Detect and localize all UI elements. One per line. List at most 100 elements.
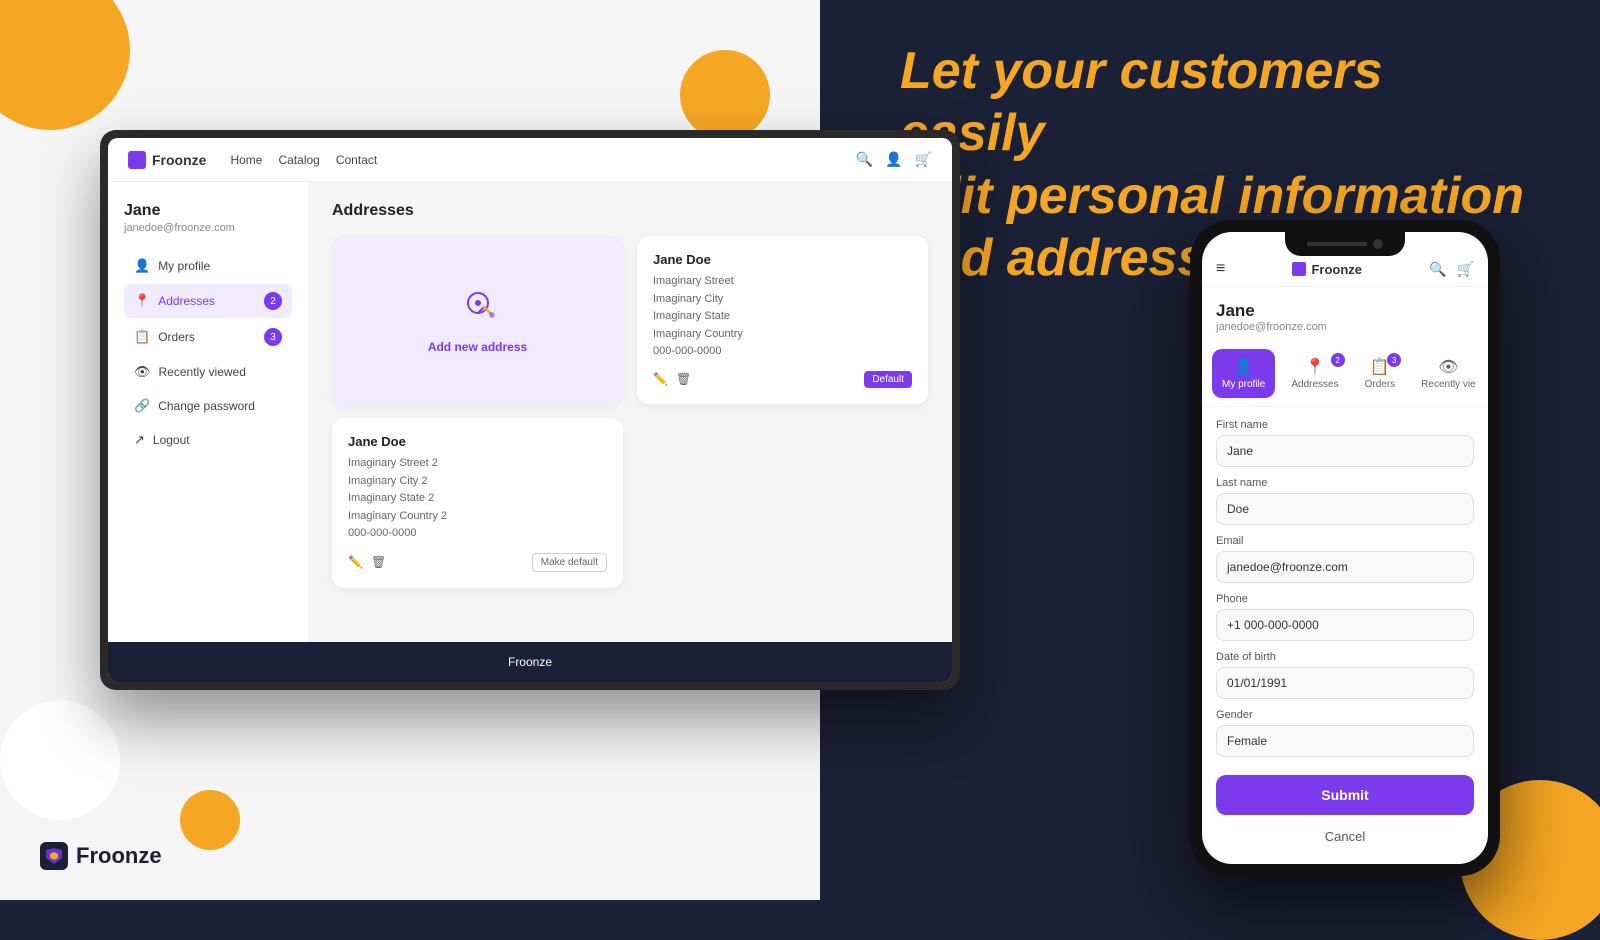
- phone-input[interactable]: [1216, 609, 1474, 641]
- gender-group: Gender Female Male Other: [1216, 709, 1474, 757]
- tab-addresses[interactable]: 2 📍 Addresses: [1281, 349, 1348, 398]
- nav-link-home[interactable]: Home: [230, 153, 262, 167]
- first-name-input[interactable]: [1216, 435, 1474, 467]
- laptop-frame: Froonze Home Catalog Contact 🔍 👤 🛒 Jane: [100, 130, 960, 690]
- gender-select[interactable]: Female Male Other: [1216, 725, 1474, 757]
- laptop-logo-icon: [128, 151, 146, 169]
- tab-my-profile[interactable]: 👤 My profile: [1212, 349, 1275, 398]
- phone-user-email: janedoe@froonze.com: [1216, 321, 1474, 333]
- headline-line2: edit personal information: [900, 167, 1524, 225]
- address1-actions: ✏️ 🗑 Default: [653, 371, 912, 388]
- dob-input[interactable]: [1216, 667, 1474, 699]
- sidebar-label-orders: Orders: [158, 330, 195, 344]
- sidebar-item-my-profile[interactable]: 👤 My profile: [124, 250, 292, 282]
- laptop-nav-logo: Froonze: [128, 151, 206, 169]
- change-password-icon: 🔗: [134, 398, 150, 414]
- footer-text: Froonze: [508, 655, 552, 669]
- cancel-button[interactable]: Cancel: [1216, 821, 1474, 852]
- decoration-circle-bottom-orange: [180, 790, 240, 850]
- laptop-nav-icons: 🔍 👤 🛒: [856, 151, 932, 168]
- tab-recently-label: Recently vie: [1421, 379, 1475, 390]
- notch-bar: [1307, 242, 1367, 246]
- phone-screen: ≡ Froonze 🔍 🛒 Jane janedoe@froonze.com 👤: [1202, 232, 1488, 864]
- sidebar-item-recently-viewed[interactable]: 👁 Recently viewed: [124, 356, 292, 388]
- address-card-2: Jane Doe Imaginary Street 2 Imaginary Ci…: [332, 418, 623, 588]
- address2-details: Imaginary Street 2 Imaginary City 2 Imag…: [348, 455, 607, 543]
- addresses-grid: Add new address Jane Doe Imaginary Stree…: [332, 236, 928, 588]
- laptop-nav-links[interactable]: Home Catalog Contact: [230, 153, 377, 167]
- laptop-brand: Froonze: [152, 152, 206, 168]
- logout-icon: ↗: [134, 432, 145, 448]
- sidebar-item-logout[interactable]: ↗ Logout: [124, 424, 292, 456]
- make-default-badge[interactable]: Make default: [532, 553, 607, 572]
- add-address-icon: [458, 285, 498, 332]
- sidebar-label-change-password: Change password: [158, 399, 255, 413]
- last-name-input[interactable]: [1216, 493, 1474, 525]
- tab-addresses-label: Addresses: [1291, 379, 1338, 390]
- email-label: Email: [1216, 535, 1474, 547]
- bottom-logo-icon: [40, 842, 68, 870]
- phone-frame: ≡ Froonze 🔍 🛒 Jane janedoe@froonze.com 👤: [1190, 220, 1500, 876]
- tab-orders[interactable]: 3 📋 Orders: [1355, 349, 1406, 398]
- phone-logo-icon: [1292, 262, 1306, 276]
- dob-label: Date of birth: [1216, 651, 1474, 663]
- first-name-label: First name: [1216, 419, 1474, 431]
- address2-actions: ✏️ 🗑 Make default: [348, 553, 607, 572]
- last-name-label: Last name: [1216, 477, 1474, 489]
- laptop-main: Addresses: [308, 182, 952, 642]
- recently-viewed-icon: 👁: [134, 364, 151, 380]
- edit-icon-2[interactable]: ✏️: [348, 555, 363, 569]
- phone-group: Phone: [1216, 593, 1474, 641]
- sidebar-label-addresses: Addresses: [158, 294, 215, 308]
- add-new-address-card[interactable]: Add new address: [332, 236, 623, 404]
- tab-recently-viewed[interactable]: 👁 Recently vie: [1411, 349, 1485, 398]
- tab-orders-label: Orders: [1365, 379, 1396, 390]
- phone-user-name: Jane: [1216, 301, 1474, 321]
- notch-camera: [1373, 239, 1383, 249]
- phone-user-section: Jane janedoe@froonze.com: [1202, 287, 1488, 341]
- bottom-logo-text: Froonze: [76, 843, 162, 869]
- laptop-nav: Froonze Home Catalog Contact 🔍 👤 🛒: [108, 138, 952, 182]
- dob-group: Date of birth: [1216, 651, 1474, 699]
- tab-addresses-icon: 📍: [1305, 357, 1325, 377]
- sidebar-item-addresses[interactable]: 📍 Addresses 2: [124, 284, 292, 318]
- search-icon[interactable]: 🔍: [856, 151, 873, 168]
- submit-button[interactable]: Submit: [1216, 775, 1474, 815]
- edit-icon[interactable]: ✏️: [653, 372, 668, 386]
- phone-menu-icon[interactable]: ≡: [1216, 260, 1225, 278]
- account-icon[interactable]: 👤: [885, 151, 902, 168]
- delete-icon-2[interactable]: 🗑: [371, 555, 386, 569]
- first-name-group: First name: [1216, 419, 1474, 467]
- delete-icon[interactable]: 🗑: [676, 372, 691, 386]
- phone-cart-icon[interactable]: 🛒: [1457, 261, 1474, 278]
- last-name-group: Last name: [1216, 477, 1474, 525]
- email-group: Email: [1216, 535, 1474, 583]
- phone-label: Phone: [1216, 593, 1474, 605]
- addresses-title: Addresses: [332, 202, 928, 220]
- sidebar-user-email: janedoe@froonze.com: [124, 222, 292, 234]
- phone-nav-icons: 🔍 🛒: [1429, 261, 1474, 278]
- orders-icon: 📋: [134, 329, 150, 345]
- cart-icon[interactable]: 🛒: [915, 151, 932, 168]
- addresses-badge: 2: [264, 292, 282, 310]
- address1-details: Imaginary Street Imaginary City Imaginar…: [653, 273, 912, 361]
- tab-addresses-badge: 2: [1331, 353, 1345, 367]
- tab-orders-badge: 3: [1387, 353, 1401, 367]
- phone-form: First name Last name Email Phone Date of…: [1202, 407, 1488, 864]
- orders-badge: 3: [264, 328, 282, 346]
- sidebar-label-logout: Logout: [153, 433, 190, 447]
- nav-link-contact[interactable]: Contact: [336, 153, 377, 167]
- phone-search-icon[interactable]: 🔍: [1429, 261, 1446, 278]
- sidebar-item-orders[interactable]: 📋 Orders 3: [124, 320, 292, 354]
- nav-link-catalog[interactable]: Catalog: [278, 153, 319, 167]
- tab-recently-icon: 👁: [1438, 357, 1458, 377]
- phone-notch: [1285, 232, 1405, 256]
- sidebar-item-change-password[interactable]: 🔗 Change password: [124, 390, 292, 422]
- address-card-1: Jane Doe Imaginary Street Imaginary City…: [637, 236, 928, 404]
- phone-brand: Froonze: [1311, 262, 1362, 277]
- address2-name: Jane Doe: [348, 434, 607, 449]
- laptop-sidebar: Jane janedoe@froonze.com 👤 My profile 📍 …: [108, 182, 308, 642]
- default-badge: Default: [864, 371, 912, 388]
- email-input[interactable]: [1216, 551, 1474, 583]
- address1-name: Jane Doe: [653, 252, 912, 267]
